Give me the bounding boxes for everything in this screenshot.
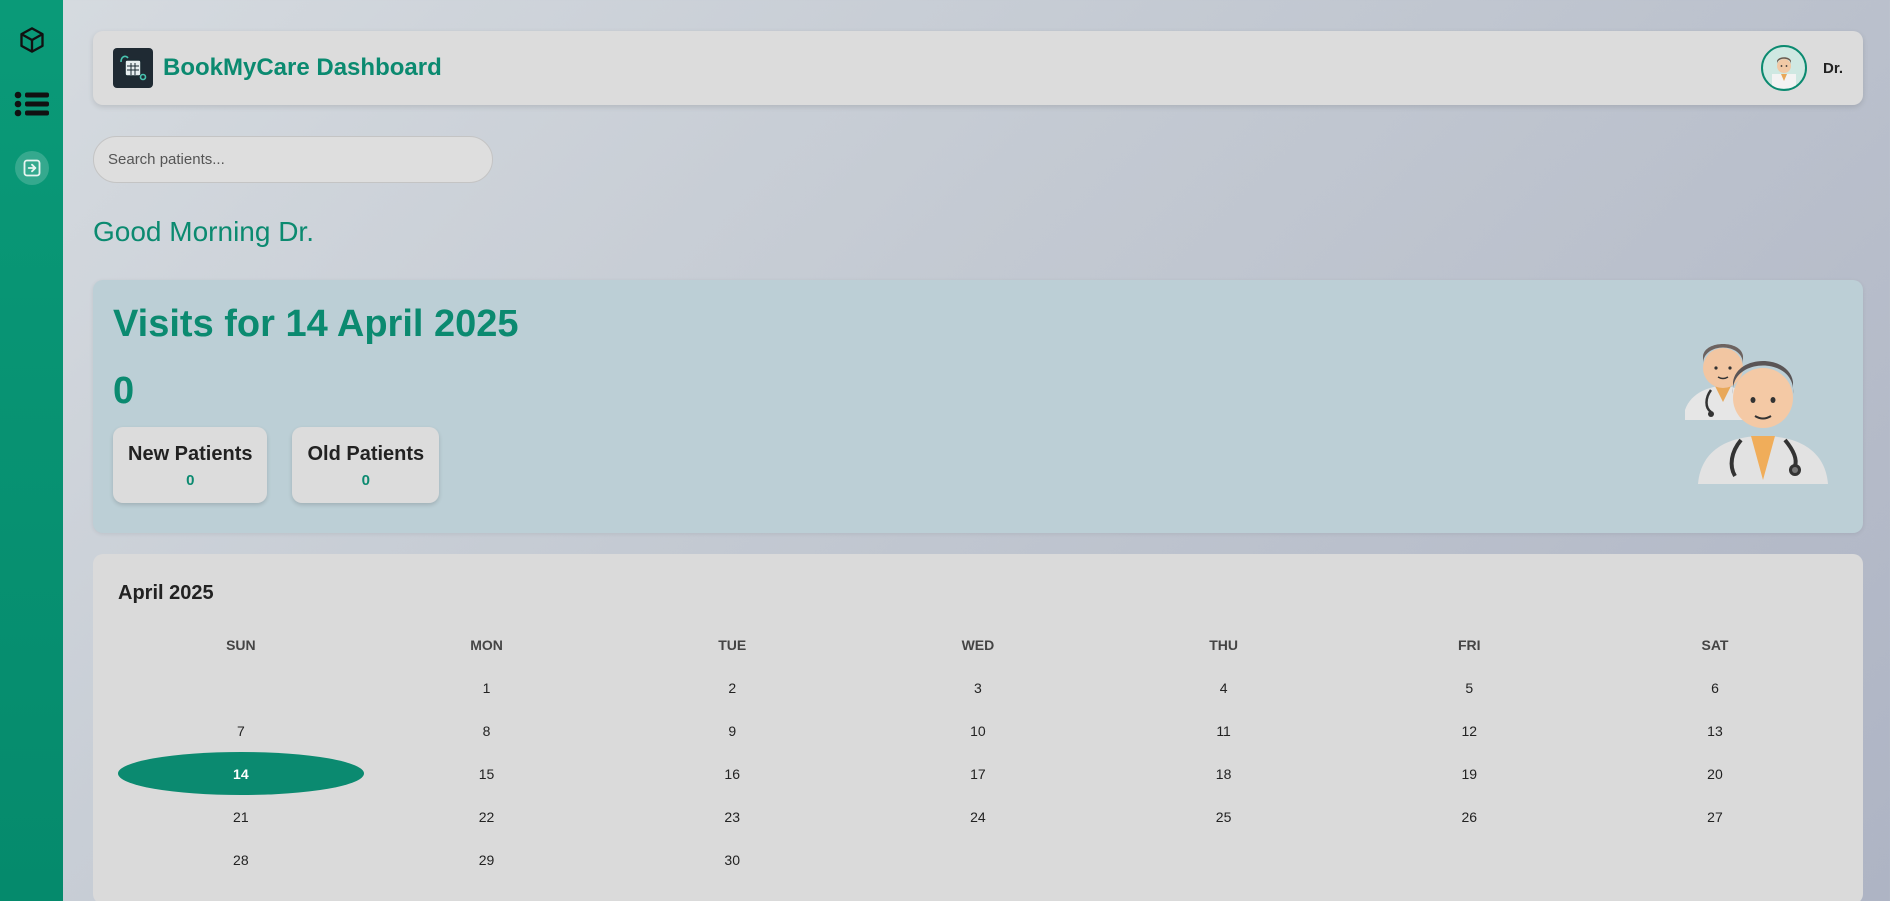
calendar-day[interactable]: 26 xyxy=(1346,795,1592,838)
calendar-week-row: 14 15 16 17 18 19 20 xyxy=(118,752,1838,795)
patient-stats: New Patients 0 Old Patients 0 xyxy=(113,426,1843,503)
app-logo xyxy=(113,48,153,88)
calendar-day[interactable]: 6 xyxy=(1592,666,1838,709)
weekday-label: MON xyxy=(470,636,503,653)
sidebar xyxy=(0,0,63,901)
calendar-day[interactable]: 11 xyxy=(1101,709,1347,752)
calendar-month-label: April 2025 xyxy=(118,582,214,604)
weekday-label: THU xyxy=(1209,636,1238,653)
calendar-day[interactable]: 30 xyxy=(609,838,855,881)
calendar-day[interactable]: 5 xyxy=(1346,666,1592,709)
calendar-day[interactable]: 8 xyxy=(364,709,610,752)
calendar-day[interactable]: 17 xyxy=(855,752,1101,795)
sidebar-item-logout[interactable] xyxy=(12,148,52,188)
sidebar-item-list[interactable] xyxy=(12,84,52,124)
new-patients-value: 0 xyxy=(186,471,195,489)
calendar-day[interactable]: 27 xyxy=(1592,795,1838,838)
new-patients-card[interactable]: New Patients 0 xyxy=(113,426,268,503)
app-title: BookMyCare Dashboard xyxy=(163,54,442,81)
calendar-day[interactable]: 13 xyxy=(1592,709,1838,752)
calendar-day-selected[interactable]: 14 xyxy=(118,752,364,795)
calendar-day[interactable]: 25 xyxy=(1101,795,1347,838)
calendar-day[interactable]: 23 xyxy=(609,795,855,838)
calendar-empty-cell xyxy=(1346,838,1592,881)
user-name: Dr. xyxy=(1822,59,1843,77)
list-icon xyxy=(14,91,49,117)
calendar-empty-cell xyxy=(1101,838,1347,881)
doctor-avatar-icon xyxy=(1771,57,1796,88)
calendar-empty-cell xyxy=(1592,838,1838,881)
calendar-day[interactable]: 28 xyxy=(118,838,364,881)
calendar-day[interactable]: 29 xyxy=(364,838,610,881)
calendar-day[interactable]: 2 xyxy=(609,666,855,709)
sidebar-item-dashboard[interactable] xyxy=(12,20,52,60)
calendar-day[interactable]: 18 xyxy=(1101,752,1347,795)
calendar-day[interactable]: 15 xyxy=(364,752,610,795)
calendar-day[interactable]: 7 xyxy=(118,709,364,752)
calendar-day[interactable]: 4 xyxy=(1101,666,1347,709)
old-patients-value: 0 xyxy=(361,471,370,489)
cube-icon xyxy=(19,27,44,53)
calendar-week-row: 123456 xyxy=(118,666,1838,709)
calendar-week-row: 7 8 9 10 11 12 13 xyxy=(118,709,1838,752)
calendar: April 2025 SUN MON TUE WED THU FRI SAT 1 2 3 4 5 6 7 8… xyxy=(93,554,1863,901)
calendar-day[interactable]: 24 xyxy=(855,795,1101,838)
user-menu[interactable]: Dr. xyxy=(1760,45,1843,91)
calendar-empty-cell xyxy=(118,666,364,709)
calendar-week-row: 28 29 30 xyxy=(118,838,1838,881)
calendar-day[interactable]: 20 xyxy=(1592,752,1838,795)
weekday-label: SUN xyxy=(226,636,256,653)
old-patients-label: Old Patients xyxy=(307,442,425,465)
calendar-day[interactable]: 10 xyxy=(855,709,1101,752)
weekday-label: TUE xyxy=(718,636,747,653)
visits-count: 0 xyxy=(113,369,135,412)
visits-title: Visits for 14 April 2025 xyxy=(113,303,519,345)
calendar-weekday-row: SUN MON TUE WED THU FRI SAT xyxy=(118,623,1838,666)
calendar-day[interactable]: 12 xyxy=(1346,709,1592,752)
calendar-grid: SUN MON TUE WED THU FRI SAT 1 2 3 4 5 6 7 8 9 10 11 12 13 14… xyxy=(118,623,1838,881)
calendar-day[interactable]: 22 xyxy=(364,795,610,838)
search-input[interactable] xyxy=(93,136,493,183)
calendar-week-row: 21 22 23 24 25 26 27 xyxy=(118,795,1838,838)
calendar-day[interactable]: 3 xyxy=(855,666,1101,709)
calendar-day[interactable]: 19 xyxy=(1346,752,1592,795)
calendar-day[interactable]: 21 xyxy=(118,795,364,838)
weekday-label: FRI xyxy=(1458,636,1481,653)
weekday-label: WED xyxy=(961,636,995,653)
calendar-empty-cell xyxy=(855,838,1101,881)
weekday-label: SAT xyxy=(1701,636,1729,653)
new-patients-label: New Patients xyxy=(128,442,253,465)
top-header: BookMyCare Dashboard Dr. xyxy=(93,31,1863,105)
avatar[interactable] xyxy=(1760,45,1807,91)
logout-icon xyxy=(14,151,49,185)
doctors-illustration xyxy=(1685,344,1828,484)
old-patients-card[interactable]: Old Patients 0 xyxy=(292,426,440,503)
visits-card: Visits for 14 April 2025 0 New Patients … xyxy=(93,280,1863,533)
calendar-day[interactable]: 1 xyxy=(364,666,610,709)
calendar-day[interactable]: 16 xyxy=(609,752,855,795)
calendar-day[interactable]: 9 xyxy=(609,709,855,752)
greeting-text: Good Morning Dr. xyxy=(93,216,314,247)
